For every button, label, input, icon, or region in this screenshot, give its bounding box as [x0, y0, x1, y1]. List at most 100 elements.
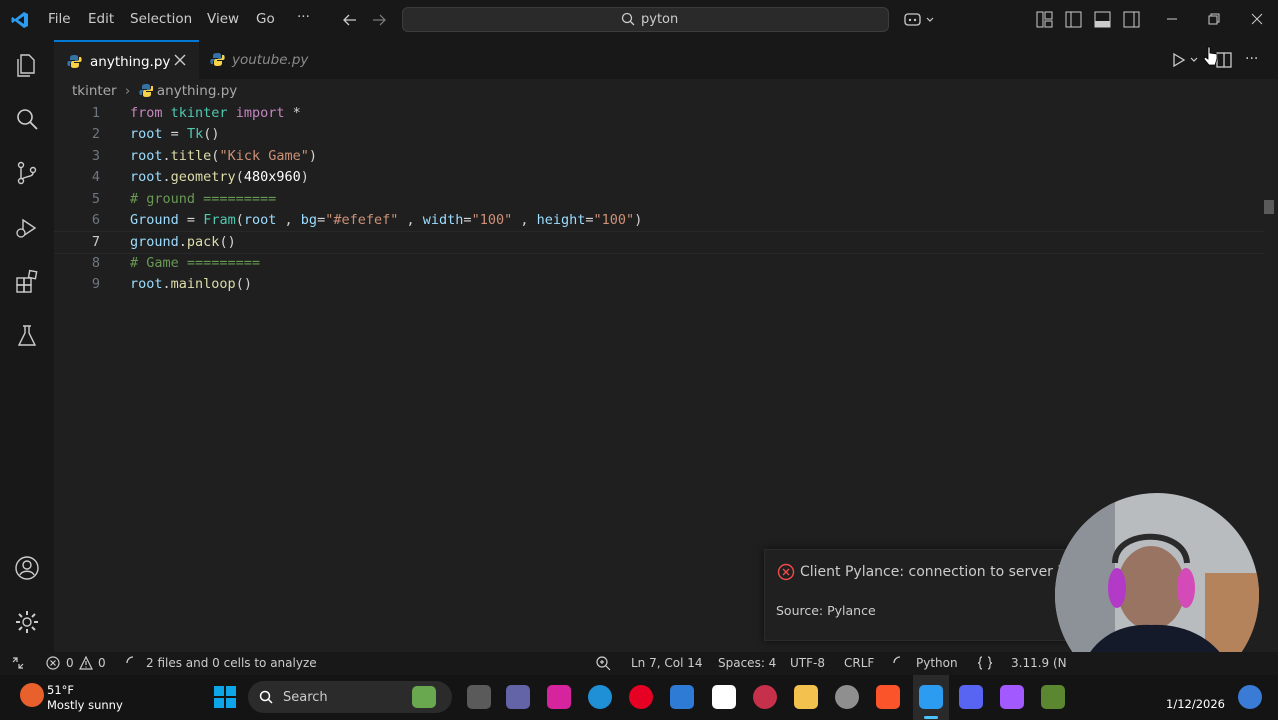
braces-icon[interactable]: [977, 655, 993, 671]
chrome-icon[interactable]: [753, 685, 777, 709]
python-file-icon: [67, 54, 82, 69]
python-version[interactable]: 3.11.9 (N: [1011, 656, 1067, 670]
minimize-icon[interactable]: [1165, 12, 1179, 26]
errors-count[interactable]: 0: [66, 656, 74, 670]
breadcrumb: tkinter › anything.py: [72, 83, 237, 101]
vscode-taskbar-active[interactable]: [913, 675, 949, 720]
chatgpt-icon[interactable]: [835, 685, 859, 709]
settings-gear-icon[interactable]: [14, 609, 40, 635]
active-indicator: [924, 716, 938, 719]
code-line[interactable]: 2 root = Tk(): [54, 124, 1264, 145]
end-of-line[interactable]: CRLF: [844, 656, 874, 670]
weather-condition[interactable]: Mostly sunny: [47, 698, 123, 712]
search-icon: [259, 690, 273, 704]
code-text: # Game =========: [130, 255, 261, 271]
brave-icon[interactable]: [876, 685, 900, 709]
file-explorer-icon[interactable]: [794, 685, 818, 709]
tab-youtube-py[interactable]: youtube.py: [199, 40, 314, 79]
menu-view[interactable]: View: [207, 11, 239, 27]
run-python-file-icon[interactable]: [1171, 52, 1199, 68]
back-arrow-icon[interactable]: [342, 12, 358, 28]
line-number: 5: [91, 191, 100, 207]
code-line[interactable]: 3 root.title("Kick Game"): [54, 146, 1264, 167]
line-number: 6: [91, 212, 100, 228]
menu-selection[interactable]: Selection: [130, 11, 192, 27]
code-text: ground.pack(): [130, 234, 236, 250]
language-mode[interactable]: Python: [916, 656, 958, 670]
tab-label: youtube.py: [232, 52, 309, 68]
analyze-status[interactable]: 2 files and 0 cells to analyze: [146, 656, 317, 670]
code-line-current[interactable]: 7 ground.pack(): [54, 231, 1264, 254]
weather-temp[interactable]: 51°F: [47, 683, 74, 697]
loading-spinner-icon: [126, 656, 140, 670]
search-highlight-icon: [412, 686, 436, 708]
code-text: Ground = Fram(root , bg="#efefef" , widt…: [130, 212, 643, 228]
more-actions-icon[interactable]: ···: [1245, 51, 1258, 67]
search-view-icon[interactable]: [14, 106, 40, 132]
explorer-icon[interactable]: [14, 52, 40, 78]
toggle-secondary-sidebar-icon[interactable]: [1123, 11, 1140, 28]
extensions-icon[interactable]: [14, 269, 40, 295]
weather-icon[interactable]: [20, 683, 44, 707]
mouse-cursor-icon: [1204, 45, 1218, 67]
pinterest-icon[interactable]: [629, 685, 653, 709]
toggle-panel-icon[interactable]: [1094, 11, 1111, 28]
code-line[interactable]: 8 # Game =========: [54, 253, 1264, 274]
taskbar-search-box[interactable]: Search: [248, 681, 452, 713]
warnings-count[interactable]: 0: [98, 656, 106, 670]
teams-icon[interactable]: [506, 685, 530, 709]
microsoft-store-icon[interactable]: [670, 685, 694, 709]
cursor-position[interactable]: Ln 7, Col 14: [631, 656, 703, 670]
capcut-icon[interactable]: [712, 685, 736, 709]
toggle-primary-sidebar-icon[interactable]: [1065, 11, 1082, 28]
menu-edit[interactable]: Edit: [88, 11, 114, 27]
indentation[interactable]: Spaces: 4: [718, 656, 776, 670]
run-debug-icon[interactable]: [14, 215, 40, 241]
menu-go[interactable]: Go: [256, 11, 275, 27]
language-loading-icon: [893, 656, 907, 670]
warning-icon[interactable]: [79, 656, 93, 670]
source-control-icon[interactable]: [14, 160, 40, 186]
menu-file[interactable]: File: [48, 11, 71, 27]
line-number: 1: [91, 105, 100, 121]
forward-arrow-icon[interactable]: [371, 12, 387, 28]
close-tab-icon[interactable]: [174, 54, 186, 66]
tab-anything-py[interactable]: anything.py: [54, 40, 199, 79]
minecraft-icon[interactable]: [1041, 685, 1065, 709]
restore-icon[interactable]: [1207, 12, 1221, 26]
code-line[interactable]: 6 Ground = Fram(root , bg="#efefef" , wi…: [54, 210, 1264, 231]
minimap-slider[interactable]: [1264, 200, 1274, 214]
testing-icon[interactable]: [14, 323, 40, 349]
zoom-icon[interactable]: [595, 655, 611, 671]
command-center-search[interactable]: pyton: [402, 7, 889, 32]
errors-icon[interactable]: [46, 656, 60, 670]
breadcrumb-folder[interactable]: tkinter: [72, 83, 117, 99]
remote-indicator-icon[interactable]: [11, 656, 25, 670]
figma-icon[interactable]: [1000, 685, 1024, 709]
code-line[interactable]: 1 from tkinter import *: [54, 103, 1264, 124]
copilot-taskbar-icon[interactable]: [1238, 685, 1262, 709]
discord-icon[interactable]: [959, 685, 983, 709]
taskbar-date[interactable]: 1/12/2026: [1166, 697, 1225, 711]
menu-more[interactable]: ···: [297, 9, 310, 25]
breadcrumb-file[interactable]: anything.py: [157, 83, 237, 99]
close-window-icon[interactable]: [1250, 12, 1264, 26]
line-number: 2: [91, 126, 100, 142]
customize-layout-icon[interactable]: [1036, 11, 1053, 28]
code-text: # ground =========: [130, 191, 277, 207]
instagram-icon[interactable]: [547, 685, 571, 709]
notification-source: Source: Pylance: [776, 603, 876, 618]
edge-icon[interactable]: [588, 685, 612, 709]
search-input[interactable]: pyton: [641, 12, 678, 27]
taskbar-search-label: Search: [283, 690, 328, 705]
code-line[interactable]: 4 root.geometry(480x960): [54, 167, 1264, 188]
encoding[interactable]: UTF-8: [790, 656, 825, 670]
activity-bar: [0, 40, 54, 652]
code-line[interactable]: 5 # ground =========: [54, 189, 1264, 210]
tab-bar: anything.py youtube.py ···: [54, 40, 1278, 79]
accounts-icon[interactable]: [14, 555, 40, 581]
task-view-icon[interactable]: [467, 685, 491, 709]
copilot-icon[interactable]: [903, 11, 939, 29]
windows-start-icon[interactable]: [214, 686, 236, 708]
code-line[interactable]: 9 root.mainloop(): [54, 274, 1264, 295]
